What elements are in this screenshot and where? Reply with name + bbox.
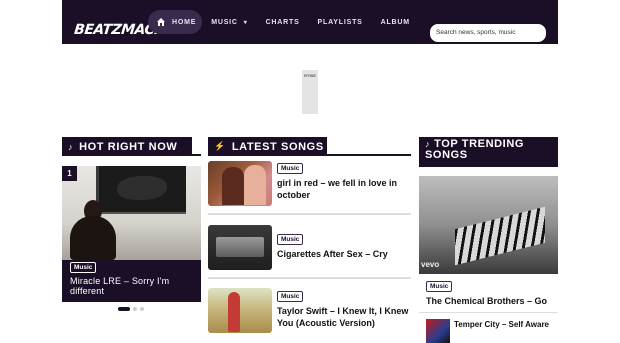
song-title[interactable]: Taylor Swift – I Knew It, I Knew You (Ac… bbox=[277, 305, 411, 329]
trending-featured-image[interactable]: vevo bbox=[419, 176, 558, 274]
list-item[interactable]: Music girl in red – we fell in love in o… bbox=[208, 161, 411, 213]
category-tag[interactable]: Music bbox=[70, 262, 97, 273]
hot-slide-title[interactable]: Miracle LRE – Sorry I'm different bbox=[70, 276, 196, 296]
divider bbox=[419, 312, 558, 313]
hot-section-underline bbox=[62, 154, 201, 156]
song-thumbnail[interactable] bbox=[208, 161, 272, 206]
music-note-icon: ♪ bbox=[425, 139, 431, 149]
trending-featured-title[interactable]: The Chemical Brothers – Go bbox=[426, 296, 556, 306]
trending-section-title: TOP TRENDING SONGS bbox=[425, 138, 525, 161]
category-tag[interactable]: Music bbox=[277, 234, 304, 245]
caret-down-icon: ▾ bbox=[243, 19, 248, 26]
song-thumbnail[interactable] bbox=[208, 288, 272, 333]
hot-section-title: HOT RIGHT NOW bbox=[79, 140, 178, 153]
home-icon bbox=[157, 18, 165, 26]
song-title[interactable]: Cigarettes After Sex – Cry bbox=[277, 248, 411, 260]
nav-home-label: HOME bbox=[172, 18, 197, 26]
category-tag[interactable]: Music bbox=[277, 163, 304, 174]
nav-charts-label: CHARTS bbox=[265, 18, 300, 26]
bolt-icon: ⚡ bbox=[214, 141, 226, 151]
song-title[interactable]: girl in red – we fell in love in october bbox=[277, 177, 411, 201]
search-input[interactable]: Search news, sports, music bbox=[430, 24, 546, 42]
hot-slide[interactable]: 1 Music Miracle LRE – Sorry I'm differen… bbox=[62, 166, 201, 302]
list-item[interactable]: Music Taylor Swift – I Knew It, I Knew Y… bbox=[208, 288, 411, 340]
category-tag[interactable]: Music bbox=[277, 291, 304, 302]
main-nav: HOME MUSIC ▾ CHARTS PLAYLISTS ALBUM bbox=[148, 10, 419, 34]
slider-dot-1[interactable] bbox=[118, 307, 130, 311]
trending-item-title[interactable]: Temper City – Self Aware bbox=[454, 320, 554, 330]
vevo-watermark: vevo bbox=[421, 260, 440, 269]
slider-dot-3[interactable] bbox=[140, 307, 144, 311]
rank-badge: 1 bbox=[62, 166, 77, 181]
music-note-icon: ♪ bbox=[68, 141, 74, 152]
nav-album[interactable]: ALBUM bbox=[372, 10, 419, 34]
nav-home[interactable]: HOME bbox=[148, 10, 203, 34]
hot-slide-image bbox=[62, 166, 201, 260]
latest-section-title: LATEST SONGS bbox=[231, 140, 324, 153]
category-tag[interactable]: Music bbox=[426, 281, 453, 292]
nav-music[interactable]: MUSIC ▾ bbox=[202, 10, 256, 34]
slider-dots bbox=[118, 307, 144, 311]
divider bbox=[208, 213, 411, 215]
nav-charts[interactable]: CHARTS bbox=[257, 10, 309, 34]
trending-item-thumbnail[interactable] bbox=[426, 319, 450, 343]
nav-playlists-label: PLAYLISTS bbox=[317, 18, 363, 26]
trending-section-header: ♪ TOP TRENDING SONGS bbox=[419, 137, 558, 167]
divider bbox=[208, 277, 411, 279]
ad-label: RTISE bbox=[304, 73, 316, 78]
latest-section-underline bbox=[208, 154, 411, 156]
site-header: BEATZMACK HOME MUSIC ▾ CHARTS PLAYLISTS … bbox=[62, 0, 558, 44]
ad-slot[interactable]: RTISE bbox=[302, 70, 318, 114]
nav-music-label: MUSIC bbox=[211, 18, 238, 26]
nav-album-label: ALBUM bbox=[380, 18, 410, 26]
list-item[interactable]: Music Cigarettes After Sex – Cry bbox=[208, 225, 411, 277]
slider-dot-2[interactable] bbox=[133, 307, 137, 311]
song-thumbnail[interactable] bbox=[208, 225, 272, 270]
nav-playlists[interactable]: PLAYLISTS bbox=[309, 10, 372, 34]
